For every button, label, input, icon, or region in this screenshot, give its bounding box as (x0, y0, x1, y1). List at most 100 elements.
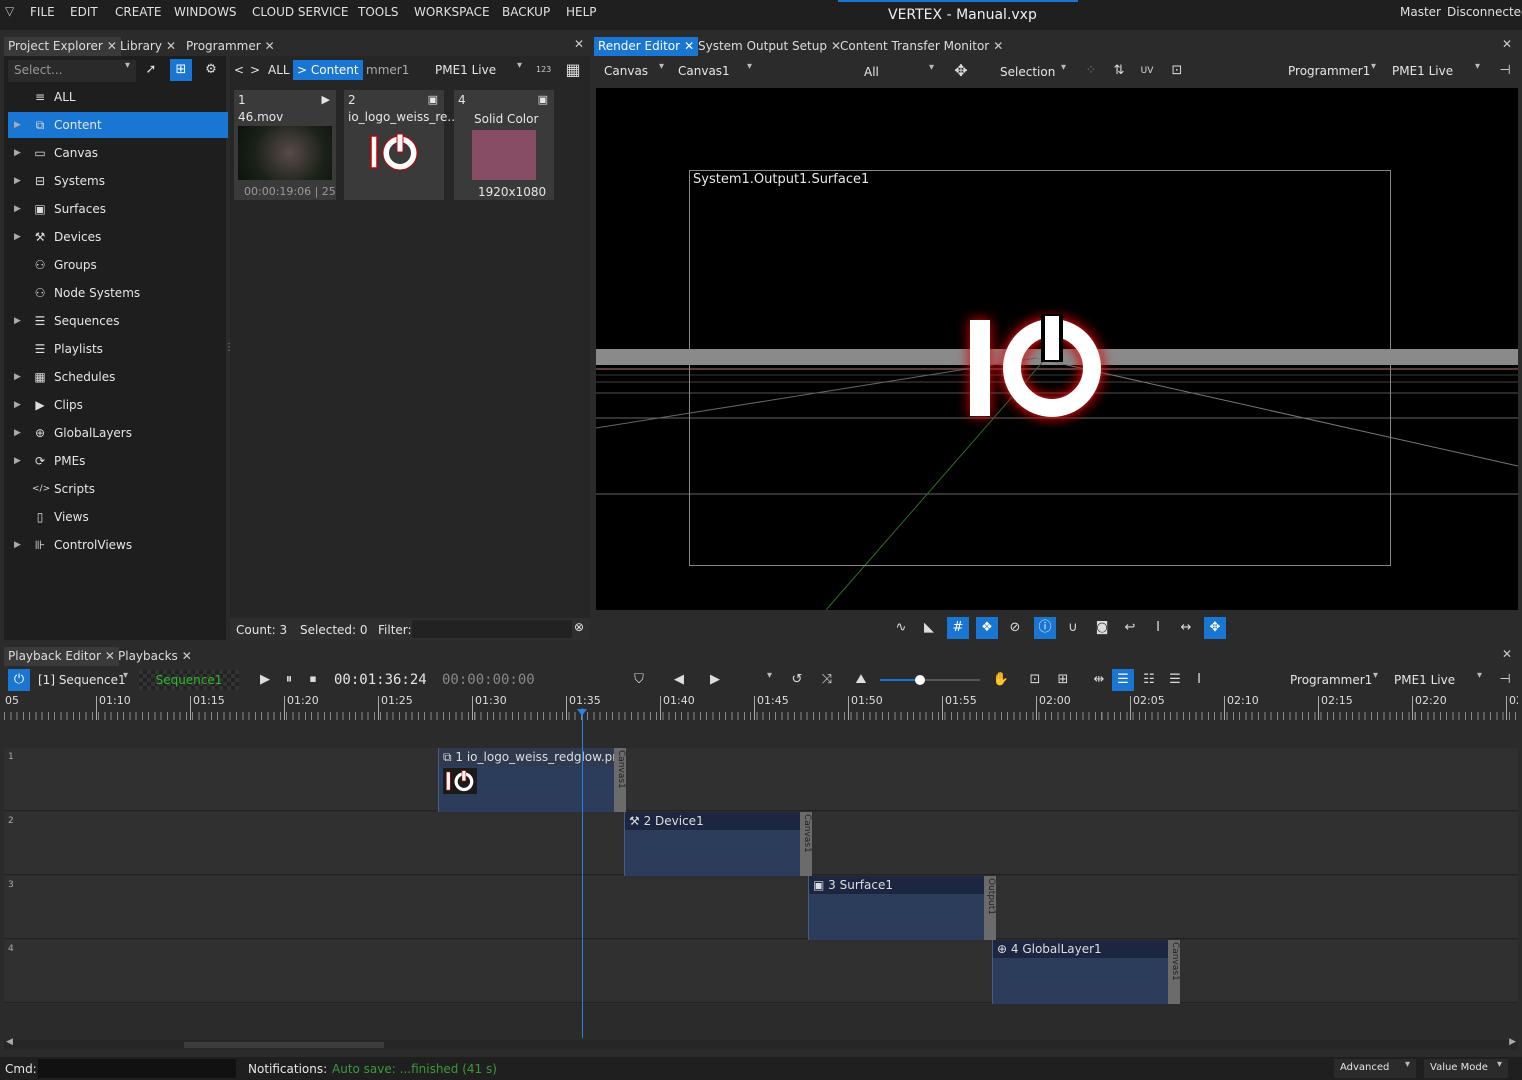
tree-item-content[interactable]: ▶ ⧉ Content (8, 112, 228, 138)
camera-icon[interactable]: ◙ (1091, 617, 1113, 639)
nav-back-button[interactable]: < (234, 60, 244, 80)
snap-icon[interactable]: ⁘ (1080, 60, 1102, 82)
timeline-row[interactable]: 3 (4, 876, 1518, 939)
gear-icon[interactable]: ⚙ (200, 59, 222, 81)
panel-close-icon[interactable]: ✕ (1502, 37, 1512, 51)
expand-arrow-icon[interactable]: ▶ (14, 168, 21, 194)
programmer-dropdown[interactable]: mmer1 (366, 60, 409, 80)
tab-programmer[interactable]: Programmer ✕ (182, 37, 279, 56)
value-mode-dropdown[interactable]: Value Mode (1424, 1059, 1508, 1078)
expand-arrow-icon[interactable]: ▶ (14, 532, 21, 558)
menu-workspace[interactable]: WORKSPACE (414, 5, 490, 19)
select-dropdown[interactable]: Select... (8, 60, 136, 82)
camera-group-icon[interactable]: ❖ (976, 617, 998, 639)
grid-icon[interactable]: # (947, 617, 969, 639)
pme-dropdown[interactable]: PME1 Live (432, 60, 528, 80)
menu-help[interactable]: HELP (566, 5, 597, 19)
align-left-icon[interactable]: ☰ (1112, 669, 1134, 691)
text-cursor-icon[interactable]: Ⅰ (1188, 669, 1210, 691)
content-item-video[interactable]: 1 ▶ 46.mov 00:00:19:06 | 25 (234, 90, 336, 200)
power-icon[interactable]: ⏻ (8, 669, 30, 691)
expand-horizontal-icon[interactable]: ⇹ (1088, 669, 1110, 691)
close-icon[interactable]: ✕ (993, 39, 1003, 53)
hide-icon[interactable]: ⊘ (1004, 617, 1026, 639)
expand-arrow-icon[interactable]: ▶ (14, 140, 21, 166)
stop-icon[interactable]: ⏹ (302, 669, 324, 691)
timeline-row[interactable]: 1 (4, 748, 1518, 811)
clip-device[interactable]: ⚒ 2 Device1 Canvas1 (624, 812, 812, 876)
playhead-marker-icon[interactable] (577, 709, 587, 716)
close-icon[interactable]: ✕ (684, 39, 694, 53)
perspective-icon[interactable]: ◣ (918, 617, 940, 639)
fit-icon[interactable]: ⊡ (1166, 60, 1188, 82)
flip-icon[interactable]: ⇅ (1108, 60, 1130, 82)
zoom-extend-icon[interactable]: ⊞ (1052, 669, 1074, 691)
expand-arrow-icon[interactable]: ▶ (14, 224, 21, 250)
tree-item-playlists[interactable]: ☰ Playlists (8, 336, 228, 362)
playhead[interactable] (582, 708, 583, 1038)
pointer-icon[interactable]: ➚ (140, 59, 162, 81)
move-tool-icon[interactable]: ✥ (950, 60, 972, 82)
horizontal-fit-icon[interactable]: ↔ (1175, 617, 1197, 639)
next-marker-icon[interactable]: ▶ (704, 669, 726, 691)
tree-item-sequences[interactable]: ▶ ☰ Sequences (8, 308, 228, 334)
programmer-dropdown[interactable]: Programmer1 (1286, 670, 1384, 690)
scrollbar-thumb[interactable] (184, 1042, 384, 1048)
tree-item-all[interactable]: ≡ ALL (8, 84, 228, 110)
tab-playbacks[interactable]: Playbacks ✕ (114, 647, 196, 666)
list-icon[interactable]: ☰ (1164, 669, 1186, 691)
menu-cloud-service[interactable]: CLOUD SERVICE (252, 5, 349, 19)
zoom-fit-icon[interactable]: ⊡ (1024, 669, 1046, 691)
tree-item-controlviews[interactable]: ▶ ⊪ ControlViews (8, 532, 228, 558)
clip-image[interactable]: ⧉ 1 io_logo_weiss_redglow.png Canvas1 (438, 748, 626, 812)
tree-view-icon[interactable]: ⊞ (170, 59, 192, 81)
close-icon[interactable]: ✕ (182, 649, 192, 663)
expand-arrow-icon[interactable]: ▶ (14, 308, 21, 334)
uv-button[interactable]: UV (1136, 60, 1158, 82)
grid-view-icon[interactable]: ▦ (562, 59, 584, 81)
numeric-view-button[interactable]: 123 (536, 60, 551, 80)
breadcrumb-all[interactable]: ALL (268, 60, 290, 80)
shuffle-icon[interactable]: ⤨ (816, 669, 838, 691)
filter-input[interactable] (412, 620, 572, 638)
programmer-dropdown[interactable]: Programmer1 (1284, 61, 1382, 81)
menu-windows[interactable]: WINDOWS (174, 5, 237, 19)
panel-close-icon[interactable]: ✕ (574, 37, 584, 51)
nav-forward-button[interactable]: > (250, 60, 260, 80)
prev-marker-icon[interactable]: ◀ (668, 669, 690, 691)
menu-backup[interactable]: BACKUP (502, 5, 550, 19)
menu-edit[interactable]: EDIT (70, 5, 98, 19)
vertical-fit-icon[interactable]: Ⅰ (1147, 617, 1169, 639)
panel-close-icon[interactable]: ✕ (1502, 647, 1512, 661)
expand-arrow-icon[interactable]: ▶ (14, 420, 21, 446)
expand-arrow-icon[interactable]: ▶ (14, 448, 21, 474)
timeline-row[interactable]: 4 (4, 940, 1518, 1003)
cmd-input[interactable] (38, 1059, 236, 1078)
tree-item-groups[interactable]: ⚇ Groups (8, 252, 228, 278)
canvas-select-dropdown[interactable]: Canvas1 (674, 61, 758, 81)
info-icon[interactable]: ⓘ (1034, 617, 1056, 639)
image-icon[interactable]: ⛰ (850, 669, 872, 691)
pin-icon[interactable]: ⊣ (1494, 60, 1516, 82)
magnet-icon[interactable]: ∪ (1062, 617, 1084, 639)
tree-item-systems[interactable]: ▶ ⊟ Systems (8, 168, 228, 194)
tree-item-canvas[interactable]: ▶ ▭ Canvas (8, 140, 228, 166)
menu-create[interactable]: CREATE (115, 5, 162, 19)
clip-global-layer[interactable]: ⊕ 4 GlobalLayer1 Canvas1 (992, 940, 1180, 1004)
render-viewport[interactable]: System1.Output1.Surface1 (596, 88, 1518, 610)
tree-item-node-systems[interactable]: ⚇ Node Systems (8, 280, 228, 306)
pin-icon[interactable]: ⊣ (1494, 669, 1516, 691)
breadcrumb-content[interactable]: > Content (293, 60, 363, 80)
expand-arrow-icon[interactable]: ▶ (14, 112, 21, 138)
canvas-mode-dropdown[interactable]: Canvas (598, 61, 670, 81)
zoom-slider-thumb[interactable] (915, 675, 925, 685)
horizontal-scrollbar[interactable]: ◀ ▶ (4, 1037, 1518, 1050)
tree-item-scripts[interactable]: </> Scripts (8, 476, 228, 502)
sequence-dropdown[interactable]: [1] Sequence1 (34, 670, 134, 690)
expand-arrow-icon[interactable]: ▶ (14, 364, 21, 390)
clip-surface[interactable]: ▣ 3 Surface1 Output1 (808, 876, 996, 940)
pme-dropdown[interactable]: PME1 Live (1388, 61, 1486, 81)
content-item-image[interactable]: 2 ▣ io_logo_weiss_re... (344, 90, 459, 200)
clear-filter-icon[interactable]: ⊗ (574, 620, 584, 634)
tab-project-explorer[interactable]: Project Explorer ✕ (4, 37, 121, 56)
